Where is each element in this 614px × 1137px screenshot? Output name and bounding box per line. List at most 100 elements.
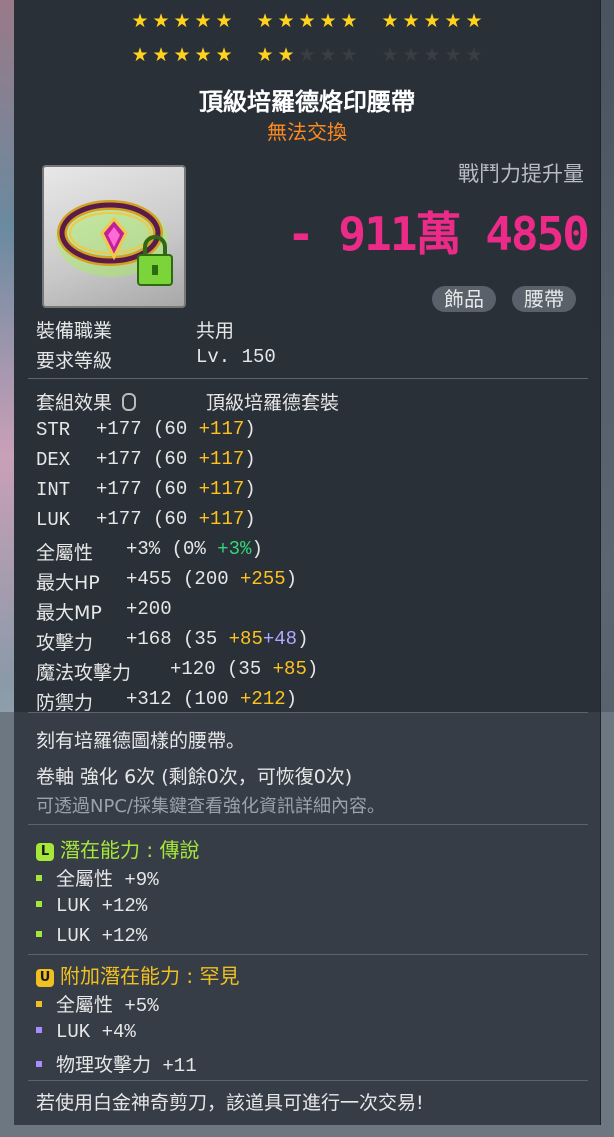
tag-accessory: 飾品 — [432, 286, 496, 312]
trade-status: 無法交換 — [267, 120, 347, 144]
stat-base: (0% — [171, 538, 206, 560]
additional-potential-line-text: 物理攻擊力 +11 — [56, 1055, 197, 1077]
item-icon-frame — [42, 165, 186, 308]
star-empty-icon: ★ — [381, 44, 399, 66]
star-filled-icon: ★ — [444, 10, 462, 32]
level-label: 要求等級 — [36, 350, 113, 372]
divider — [28, 378, 588, 379]
stat-total: +455 — [126, 568, 172, 590]
bullet-icon — [36, 875, 42, 881]
stat-bonus: +255 — [240, 568, 286, 590]
star-filled-icon: ★ — [340, 10, 358, 32]
stat-bonus: +117 — [198, 508, 245, 530]
stat-values: +177 (60 +117) — [96, 508, 256, 530]
stat-values: +120 (35 +85) — [170, 658, 318, 680]
stat-name: 防禦力 — [36, 692, 94, 714]
additional-potential-line: 全屬性 +5% — [36, 990, 159, 1017]
star-filled-icon: ★ — [381, 10, 399, 32]
additional-potential-line: LUK +4% — [36, 1020, 136, 1043]
stat-total: +200 — [126, 598, 172, 620]
star-filled-icon: ★ — [215, 44, 233, 66]
divider — [28, 1080, 588, 1081]
star-filled-icon: ★ — [152, 44, 170, 66]
additional-potential-header: U 附加潛在能力 : 罕見 — [36, 960, 239, 989]
bullet-icon — [36, 1001, 42, 1007]
stat-bonus2: +48 — [262, 628, 298, 650]
stat-values: +177 (60 +117) — [96, 478, 256, 500]
divider — [28, 712, 588, 713]
star-filled-icon: ★ — [131, 10, 149, 32]
star-filled-icon: ★ — [256, 10, 274, 32]
star-empty-icon: ★ — [423, 44, 441, 66]
star-filled-icon: ★ — [423, 10, 441, 32]
stat-green: +3% — [217, 538, 252, 560]
stat-row: 最大MP +200 — [36, 598, 172, 625]
stat-base: (60 — [153, 478, 188, 500]
stat-name: DEX — [36, 449, 71, 471]
item-tooltip: ★ ★ ★ ★ ★ ★ ★ ★ ★ ★ ★ ★ ★ ★ ★ ★ ★ ★ ★ ★ ★ ★ ★ ★ ★ ★ ★ ★ ★ ★ 頂級培羅德烙印腰… — [14, 0, 601, 1125]
stat-close: ) — [244, 508, 256, 530]
stat-bonus: +85 — [272, 658, 307, 680]
stat-values: +177 (60 +117) — [96, 418, 256, 440]
star-filled-icon: ★ — [277, 10, 295, 32]
star-group: ★ ★ ★ ★ ★ — [131, 12, 234, 31]
starforce-row-2: ★ ★ ★ ★ ★ ★ ★ ★ ★ ★ ★ ★ ★ ★ ★ — [14, 46, 600, 65]
stat-total: +177 — [96, 478, 142, 500]
additional-potential-title: 附加潛在能力 : 罕見 — [60, 964, 240, 988]
job-value: 共用 — [196, 320, 235, 342]
star-filled-icon: ★ — [402, 10, 420, 32]
bullet-icon — [36, 931, 42, 937]
potential-line: 全屬性 +9% — [36, 864, 159, 891]
star-filled-icon: ★ — [173, 10, 191, 32]
set-label: 套組效果 — [36, 392, 113, 414]
star-group: ★ ★ ★ ★ ★ — [381, 46, 484, 65]
job-row: 裝備職業 共用 — [36, 316, 234, 343]
stat-bonus: +212 — [240, 688, 286, 710]
stat-close: ) — [244, 418, 256, 440]
star-filled-icon: ★ — [256, 44, 274, 66]
stat-bonus: +117 — [198, 418, 245, 440]
stat-name: STR — [36, 419, 71, 441]
enhance-hint: 可透過NPC/採集鍵查看強化資訊詳細內容。 — [36, 796, 385, 817]
stat-values: +455 (200 +255) — [126, 568, 297, 590]
stat-row: 全屬性 +3% (0% +3%) — [36, 538, 263, 565]
legendary-badge-icon: L — [36, 843, 54, 861]
star-group: ★ ★ ★ ★ ★ — [256, 46, 359, 65]
divider — [28, 954, 588, 955]
stat-row: STR +177 (60 +117) — [36, 418, 256, 441]
star-empty-icon: ★ — [444, 44, 462, 66]
star-empty-icon: ★ — [298, 44, 316, 66]
star-filled-icon: ★ — [173, 44, 191, 66]
star-empty-icon: ★ — [340, 44, 358, 66]
stat-close: ) — [244, 448, 256, 470]
stat-row: LUK +177 (60 +117) — [36, 508, 256, 531]
star-empty-icon: ★ — [402, 44, 420, 66]
stat-name: 最大MP — [36, 602, 102, 624]
stat-base: (60 — [153, 508, 188, 530]
stat-base: (100 — [183, 688, 229, 710]
stat-total: +168 — [126, 628, 172, 650]
stat-row: 防禦力 +312 (100 +212) — [36, 688, 297, 715]
star-filled-icon: ★ — [319, 10, 337, 32]
stat-bonus: +117 — [198, 478, 245, 500]
stat-values: +168 (35 +85+48) — [126, 628, 308, 650]
stat-name: 全屬性 — [36, 542, 94, 564]
stat-values: +177 (60 +117) — [96, 448, 256, 470]
starforce-row-1: ★ ★ ★ ★ ★ ★ ★ ★ ★ ★ ★ ★ ★ ★ ★ — [14, 12, 600, 31]
potential-line-text: LUK +12% — [56, 895, 148, 917]
stat-bonus: +117 — [198, 448, 245, 470]
mouse-icon — [122, 393, 137, 411]
job-label: 裝備職業 — [36, 320, 113, 342]
star-filled-icon: ★ — [152, 10, 170, 32]
potential-line-text: 全屬性 +9% — [56, 869, 159, 891]
stat-total: +177 — [96, 448, 142, 470]
stat-close: ) — [285, 568, 298, 590]
stat-bonus: +85 — [228, 628, 263, 650]
star-filled-icon: ★ — [215, 10, 233, 32]
unique-badge-icon: U — [36, 969, 54, 987]
stat-row: INT +177 (60 +117) — [36, 478, 256, 501]
star-group: ★ ★ ★ ★ ★ — [131, 46, 234, 65]
stat-total: +120 — [170, 658, 216, 680]
star-group: ★ ★ ★ ★ ★ — [381, 12, 484, 31]
star-filled-icon: ★ — [131, 44, 149, 66]
